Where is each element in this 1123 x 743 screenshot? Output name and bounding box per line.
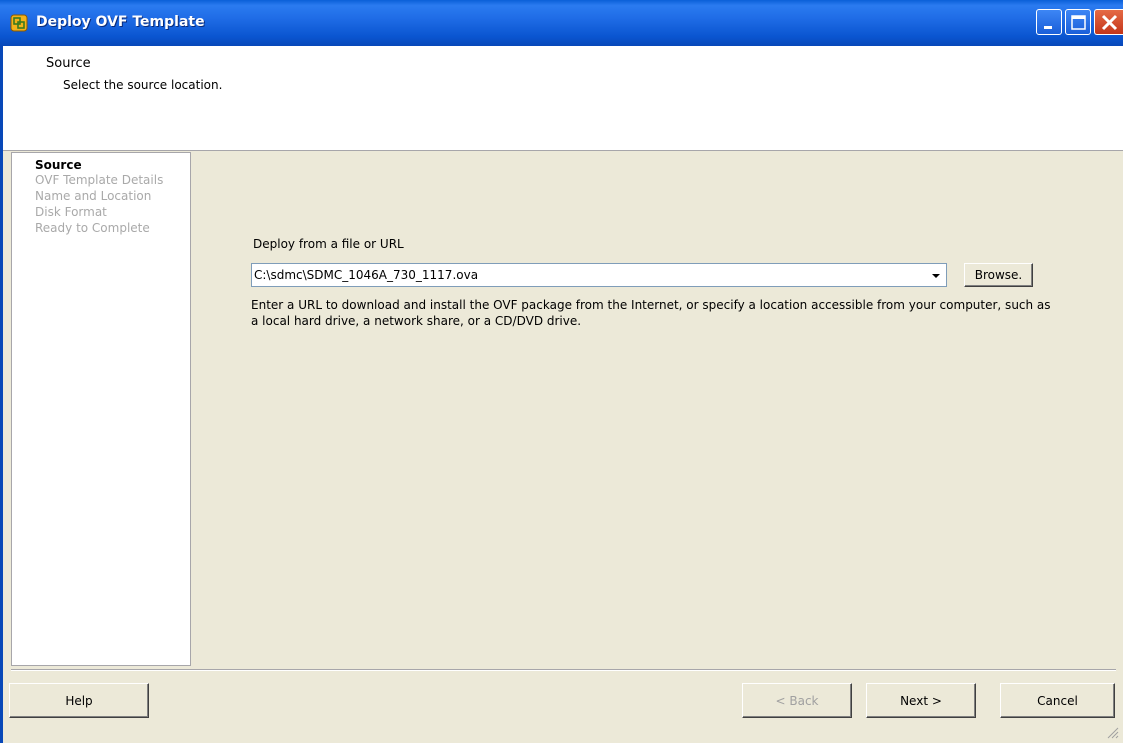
- step-ovf-template-details: OVF Template Details: [35, 173, 164, 187]
- minimize-button[interactable]: [1036, 9, 1062, 35]
- next-button[interactable]: Next >: [866, 683, 976, 718]
- window-frame-edge: [0, 46, 3, 743]
- source-location-combobox[interactable]: [251, 263, 947, 287]
- steps-sidebar: Source OVF Template Details Name and Loc…: [11, 152, 191, 666]
- dropdown-toggle[interactable]: [927, 265, 945, 285]
- window-titlebar[interactable]: Deploy OVF Template: [0, 0, 1123, 46]
- maximize-icon: [1071, 15, 1086, 30]
- help-button[interactable]: Help: [9, 683, 149, 718]
- step-disk-format: Disk Format: [35, 205, 107, 219]
- back-button[interactable]: < Back: [742, 683, 852, 718]
- cancel-button[interactable]: Cancel: [1000, 683, 1115, 718]
- resize-grip-icon[interactable]: [1105, 725, 1119, 739]
- page-title: Source: [46, 56, 91, 71]
- step-name-and-location: Name and Location: [35, 189, 152, 203]
- close-button[interactable]: [1094, 9, 1123, 35]
- close-icon: [1101, 14, 1118, 31]
- browse-button[interactable]: Browse.: [964, 263, 1033, 287]
- source-help-text: Enter a URL to download and install the …: [251, 298, 1051, 328]
- window-title: Deploy OVF Template: [36, 14, 205, 30]
- minimize-icon: [1044, 26, 1052, 29]
- maximize-button[interactable]: [1065, 9, 1091, 35]
- chevron-down-icon: [932, 274, 940, 278]
- source-location-input[interactable]: [254, 264, 914, 286]
- step-ready-to-complete: Ready to Complete: [35, 221, 150, 235]
- footer-divider: [11, 669, 1116, 671]
- step-source: Source: [35, 158, 82, 172]
- source-panel: [195, 152, 1123, 666]
- header-panel: Source Select the source location.: [0, 46, 1123, 151]
- page-subtitle: Select the source location.: [63, 78, 223, 92]
- deploy-source-label: Deploy from a file or URL: [253, 237, 404, 251]
- ovf-app-icon: [10, 14, 28, 32]
